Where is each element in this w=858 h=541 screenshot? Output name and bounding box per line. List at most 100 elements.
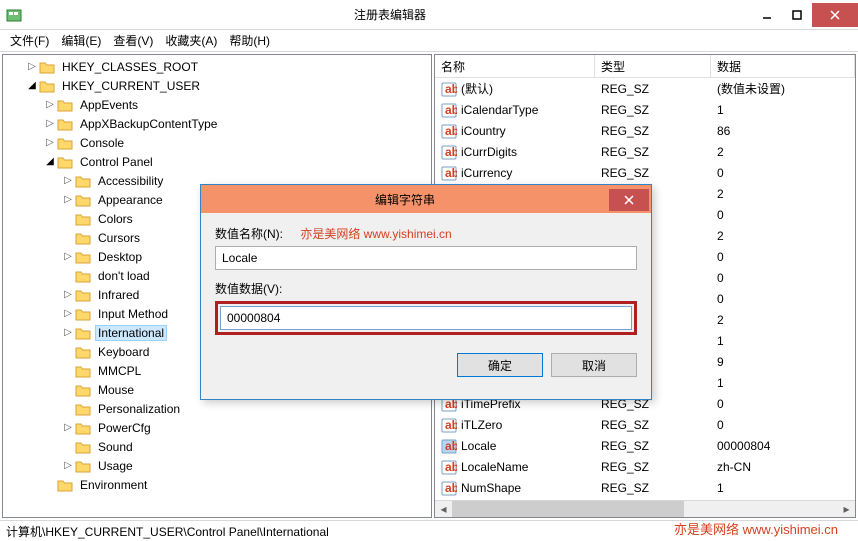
column-type[interactable]: 类型	[595, 55, 711, 77]
cancel-button[interactable]: 取消	[551, 353, 637, 377]
collapse-icon[interactable]: ◢	[43, 156, 57, 167]
menu-favorites[interactable]: 收藏夹(A)	[159, 30, 223, 51]
expand-icon[interactable]: ▷	[43, 137, 57, 148]
cell-data: 9	[711, 355, 855, 369]
expand-icon[interactable]: ▷	[43, 99, 57, 110]
svg-text:ab: ab	[445, 418, 457, 432]
dialog-close-button[interactable]	[609, 189, 649, 211]
list-row[interactable]: ab(默认)REG_SZ(数值未设置)	[435, 78, 855, 99]
expand-icon[interactable]: ▷	[61, 422, 75, 433]
scroll-thumb[interactable]	[452, 501, 684, 517]
folder-icon	[75, 459, 91, 473]
string-value-icon: ab	[441, 81, 457, 97]
expand-icon[interactable]: ▷	[43, 118, 57, 129]
cell-data: 0	[711, 208, 855, 222]
column-name[interactable]: 名称	[435, 55, 595, 77]
horizontal-scrollbar[interactable]: ◂ ▸	[435, 500, 855, 517]
folder-icon	[75, 269, 91, 283]
cell-name: abiCountry	[435, 123, 595, 139]
tree-item-label: Colors	[95, 211, 136, 227]
cell-data: 2	[711, 145, 855, 159]
cell-type: REG_SZ	[595, 418, 711, 432]
menu-view[interactable]: 查看(V)	[107, 30, 159, 51]
list-row[interactable]: abiTLZeroREG_SZ0	[435, 414, 855, 435]
string-value-icon: ab	[441, 459, 457, 475]
list-row[interactable]: abiCurrencyREG_SZ0	[435, 162, 855, 183]
tree-item-label: don't load	[95, 268, 153, 284]
close-button[interactable]	[812, 3, 858, 27]
tree-item[interactable]: Personalization	[7, 399, 431, 418]
collapse-icon[interactable]: ◢	[25, 80, 39, 91]
minimize-button[interactable]	[752, 3, 782, 27]
cell-data: 2	[711, 313, 855, 327]
svg-text:ab: ab	[445, 460, 457, 474]
tree-item[interactable]: ◢Control Panel	[7, 152, 431, 171]
list-row[interactable]: abiCountryREG_SZ86	[435, 120, 855, 141]
tree-item[interactable]: ▷AppXBackupContentType	[7, 114, 431, 133]
folder-icon	[57, 117, 73, 131]
tree-item[interactable]: ◢HKEY_CURRENT_USER	[7, 76, 431, 95]
tree-item[interactable]: ▷Console	[7, 133, 431, 152]
tree-item-label: Usage	[95, 458, 136, 474]
tree-item[interactable]: Sound	[7, 437, 431, 456]
menu-edit[interactable]: 编辑(E)	[55, 30, 107, 51]
expand-icon[interactable]: ▷	[61, 194, 75, 205]
folder-icon	[75, 212, 91, 226]
ok-button[interactable]: 确定	[457, 353, 543, 377]
cell-type: REG_SZ	[595, 103, 711, 117]
value-name-input[interactable]	[215, 246, 637, 270]
tree-item[interactable]: Environment	[7, 475, 431, 494]
dialog-titlebar[interactable]: 编辑字符串	[201, 185, 651, 213]
cell-data: 0	[711, 271, 855, 285]
cell-type: REG_SZ	[595, 145, 711, 159]
folder-icon	[75, 364, 91, 378]
expand-icon[interactable]: ▷	[25, 61, 39, 72]
list-row[interactable]: abNumShapeREG_SZ1	[435, 477, 855, 498]
footer-watermark: 亦是美网络 www.yishimei.cn	[674, 519, 838, 538]
scroll-track[interactable]	[452, 501, 838, 517]
menubar: 文件(F) 编辑(E) 查看(V) 收藏夹(A) 帮助(H)	[0, 30, 858, 52]
folder-icon	[39, 79, 55, 93]
cell-name: abLocaleName	[435, 459, 595, 475]
dialog-title: 编辑字符串	[201, 191, 609, 208]
list-row[interactable]: abiCurrDigitsREG_SZ2	[435, 141, 855, 162]
svg-text:ab: ab	[445, 103, 457, 117]
string-value-icon: ab	[441, 165, 457, 181]
tree-item-label: Accessibility	[95, 173, 166, 189]
cell-name: abLocale	[435, 438, 595, 454]
tree-item[interactable]: ▷PowerCfg	[7, 418, 431, 437]
folder-icon	[39, 60, 55, 74]
maximize-button[interactable]	[782, 3, 812, 27]
list-row[interactable]: abiCalendarTypeREG_SZ1	[435, 99, 855, 120]
tree-item[interactable]: ▷ HKEY_CLASSES_ROOT	[7, 57, 431, 76]
list-header: 名称 类型 数据	[435, 55, 855, 78]
expand-icon[interactable]: ▷	[61, 251, 75, 262]
value-data-label: 数值数据(V):	[215, 280, 637, 297]
tree-item-label: HKEY_CLASSES_ROOT	[59, 59, 201, 75]
tree-item[interactable]: ▷ Usage	[7, 456, 431, 475]
string-value-icon: ab	[441, 123, 457, 139]
cell-data: 1	[711, 103, 855, 117]
scroll-right-icon[interactable]: ▸	[838, 501, 855, 517]
list-row[interactable]: abLocaleREG_SZ00000804	[435, 435, 855, 456]
svg-text:ab: ab	[445, 124, 457, 138]
menu-help[interactable]: 帮助(H)	[223, 30, 276, 51]
expand-icon[interactable]: ▷	[61, 327, 75, 338]
expand-icon[interactable]: ▷	[61, 175, 75, 186]
string-value-icon: ab	[441, 102, 457, 118]
expand-icon[interactable]: ▷	[61, 460, 75, 471]
list-row[interactable]: abLocaleNameREG_SZzh-CN	[435, 456, 855, 477]
expand-icon[interactable]: ▷	[61, 308, 75, 319]
menu-file[interactable]: 文件(F)	[4, 30, 55, 51]
value-data-input[interactable]	[220, 306, 632, 330]
tree-item-label: Environment	[77, 477, 150, 493]
string-value-icon: ab	[441, 144, 457, 160]
edit-string-dialog: 编辑字符串 数值名称(N): 亦是美网络 www.yishimei.cn 数值数…	[200, 184, 652, 400]
folder-icon	[75, 307, 91, 321]
tree-item[interactable]: ▷AppEvents	[7, 95, 431, 114]
expand-icon[interactable]: ▷	[61, 289, 75, 300]
scroll-left-icon[interactable]: ◂	[435, 501, 452, 517]
column-data[interactable]: 数据	[711, 55, 855, 77]
folder-icon	[75, 174, 91, 188]
tree-item-label: MMCPL	[95, 363, 144, 379]
